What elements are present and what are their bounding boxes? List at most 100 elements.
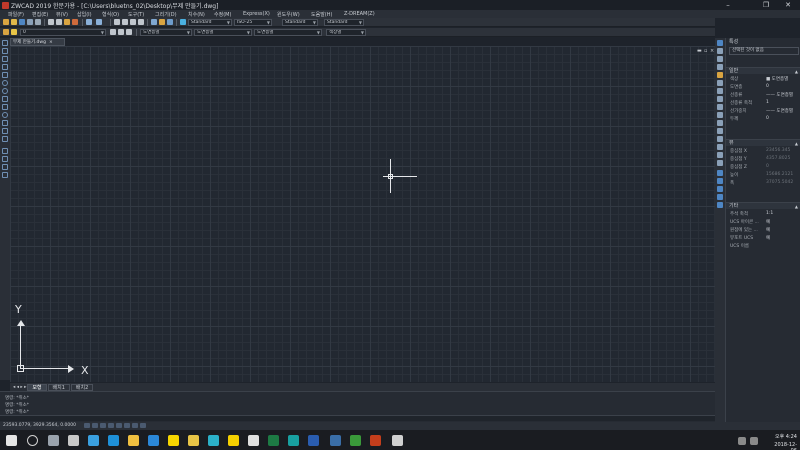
match-properties-icon[interactable]: [72, 19, 78, 25]
property-row[interactable]: 선종류 축척 1: [726, 99, 800, 107]
save-icon[interactable]: [19, 19, 25, 25]
ortho-toggle-icon[interactable]: [100, 423, 106, 428]
property-row[interactable]: 원점에 있는 ... 예: [726, 226, 800, 234]
photos-icon[interactable]: [392, 435, 403, 446]
section-view[interactable]: 뷰 ▲: [726, 139, 800, 146]
app-icon-3[interactable]: [350, 435, 361, 446]
linetype-select[interactable]: 도면층별 ▼: [194, 29, 252, 36]
insert-block-icon[interactable]: [2, 128, 8, 134]
menu-modify[interactable]: 수정(M): [214, 11, 231, 18]
paste-icon[interactable]: [64, 19, 70, 25]
dim-aligned-icon[interactable]: [717, 178, 723, 184]
copy-object-icon[interactable]: [717, 56, 723, 62]
tab-layout2[interactable]: 배치2: [70, 383, 94, 391]
menu-edit[interactable]: 편집(E): [32, 11, 48, 18]
fillet-icon[interactable]: [717, 152, 723, 158]
layer-state-icon[interactable]: [11, 29, 17, 35]
word-icon[interactable]: [308, 435, 319, 446]
excel-icon[interactable]: [268, 435, 279, 446]
selection-dropdown[interactable]: 선택된 것이 없음: [729, 47, 799, 55]
plot-style-select[interactable]: 색상별 ▼: [326, 29, 366, 36]
stretch-icon[interactable]: [717, 112, 723, 118]
property-row[interactable]: 도면층 0: [726, 83, 800, 91]
property-row[interactable]: 선가중치 —— 도면층별: [726, 107, 800, 115]
redo-icon[interactable]: [96, 19, 102, 25]
file-explorer-icon[interactable]: [188, 435, 199, 446]
scale-icon[interactable]: [717, 104, 723, 110]
cut-icon[interactable]: [48, 19, 54, 25]
table-icon[interactable]: [2, 172, 8, 178]
array-icon[interactable]: [717, 80, 723, 86]
notepad-icon[interactable]: [248, 435, 259, 446]
zoom-previous-icon[interactable]: [138, 19, 144, 25]
pan-icon[interactable]: [114, 19, 120, 25]
ie-icon[interactable]: [148, 435, 159, 446]
explode-icon[interactable]: [717, 160, 723, 166]
property-row[interactable]: 폭 37075.5042: [726, 179, 800, 187]
trim-icon[interactable]: [717, 120, 723, 126]
menu-format[interactable]: 형식(O): [102, 11, 119, 18]
minimize-button[interactable]: –: [718, 0, 738, 10]
dimension-style-select[interactable]: ISO-25 ▼: [234, 19, 272, 26]
open-icon[interactable]: [11, 19, 17, 25]
print-icon[interactable]: [27, 19, 33, 25]
text-style-select[interactable]: Standard ▼: [188, 19, 232, 26]
network-icon[interactable]: [750, 437, 758, 445]
dimension-icon[interactable]: [717, 170, 723, 176]
layer-manager-icon[interactable]: [3, 29, 9, 35]
edge-icon[interactable]: [108, 435, 119, 446]
dim-continue-icon[interactable]: [717, 202, 723, 208]
taskbar-clock[interactable]: 오후 4:24 2018-12-06: [769, 433, 797, 450]
erase-icon[interactable]: [717, 48, 723, 54]
tab-layout1[interactable]: 배치1: [47, 383, 70, 391]
layer-previous-icon[interactable]: [118, 29, 124, 35]
layer-select[interactable]: 0 ▼: [20, 29, 106, 36]
ellipse-arc-icon[interactable]: [2, 120, 8, 126]
preview-icon[interactable]: [35, 19, 41, 25]
menu-draw[interactable]: 그리기(D): [155, 11, 177, 18]
section-misc[interactable]: 기타 ▲: [726, 202, 800, 209]
color-select[interactable]: 도면층별 ▼: [140, 29, 192, 36]
property-row[interactable]: 주석 축척 1:1: [726, 210, 800, 218]
polygon-icon[interactable]: [2, 64, 8, 70]
zoom-window-icon[interactable]: [130, 19, 136, 25]
spline-icon[interactable]: [2, 104, 8, 110]
powerpoint-icon[interactable]: [370, 435, 381, 446]
polar-toggle-icon[interactable]: [108, 423, 114, 428]
start-icon[interactable]: [6, 435, 17, 446]
document-tab-close-icon[interactable]: ×: [49, 40, 53, 45]
viewport-minimize-icon[interactable]: ▬: [697, 48, 702, 54]
rotate-icon[interactable]: [717, 96, 723, 102]
close-button[interactable]: ✕: [778, 0, 798, 10]
property-row[interactable]: UCS 아이콘 ... 예: [726, 218, 800, 226]
polyline-icon[interactable]: [2, 56, 8, 62]
menu-insert[interactable]: 삽입(I): [77, 11, 92, 18]
property-row[interactable]: 중심점 Y 4357.8025: [726, 155, 800, 163]
property-row[interactable]: 중심점 X 23456.345: [726, 147, 800, 155]
property-row[interactable]: 높이 15686.2121: [726, 171, 800, 179]
app-icon[interactable]: [208, 435, 219, 446]
zwcad-taskbar-icon[interactable]: [330, 435, 341, 446]
properties-toggle-icon[interactable]: [717, 40, 723, 46]
design-center-icon[interactable]: [159, 19, 165, 25]
model-space-toggle-icon[interactable]: [140, 423, 146, 428]
arc-icon[interactable]: [2, 80, 8, 86]
extend-icon[interactable]: [717, 128, 723, 134]
task-view-icon[interactable]: [48, 435, 59, 446]
drawing-canvas[interactable]: ▬ ▫ × Y X: [10, 46, 715, 382]
zoom-realtime-icon[interactable]: [122, 19, 128, 25]
mail-icon[interactable]: [68, 435, 79, 446]
property-row[interactable]: UCS 이름: [726, 242, 800, 250]
menu-view[interactable]: 뷰(V): [56, 11, 68, 18]
offset-icon[interactable]: [717, 72, 723, 78]
property-row[interactable]: 두께 0: [726, 115, 800, 123]
ellipse-icon[interactable]: [2, 112, 8, 118]
revision-cloud-icon[interactable]: [2, 96, 8, 102]
chamfer-icon[interactable]: [717, 144, 723, 150]
property-row[interactable]: 중심점 Z0: [726, 163, 800, 171]
circle-icon[interactable]: [2, 88, 8, 94]
snap-toggle-icon[interactable]: [84, 423, 90, 428]
point-icon[interactable]: [2, 148, 8, 154]
new-icon[interactable]: [3, 19, 9, 25]
menu-file[interactable]: 파일(F): [8, 11, 24, 18]
